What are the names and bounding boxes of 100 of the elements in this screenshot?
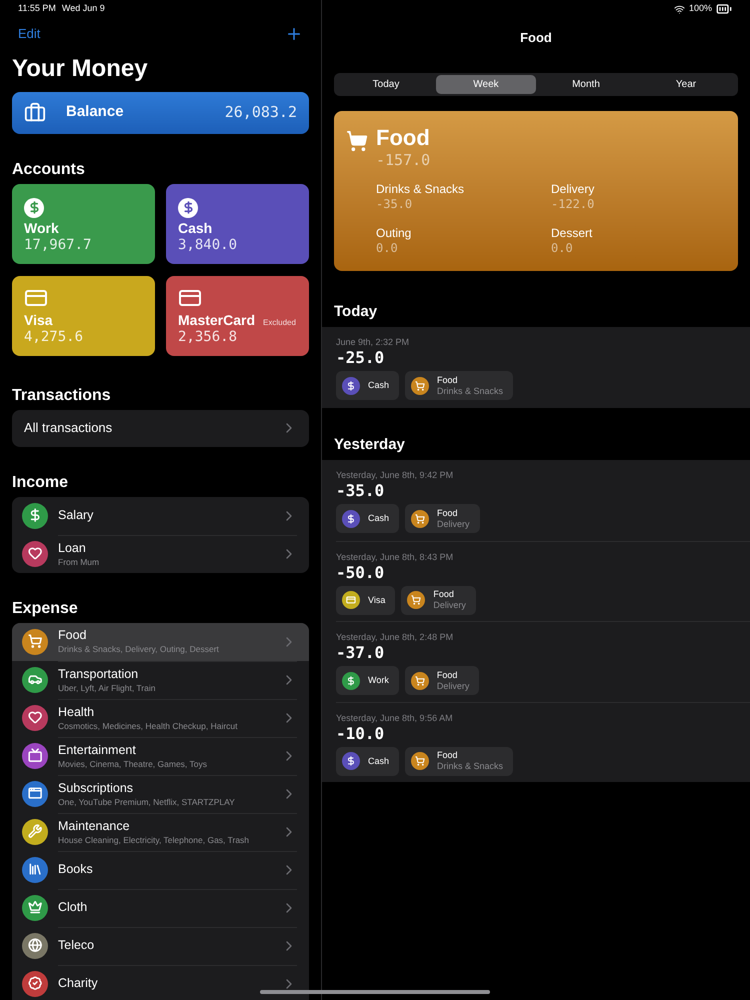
subcategory-amount: -35.0 [376, 196, 414, 212]
category-subtitle: House Cleaning, Electricity, Telephone, Gas, Trash [58, 834, 250, 846]
account-amount: 17,967.7 [24, 237, 92, 254]
subcategory-name: Dessert [551, 226, 594, 241]
chip-label: Food [437, 374, 459, 386]
category-name: Teleco [58, 938, 96, 954]
category-name: Cloth [58, 900, 88, 916]
transaction-date: Yesterday, June 8th, 8:43 PM [336, 552, 454, 563]
chip-icon [411, 510, 430, 528]
category-row[interactable]: Teleco [12, 926, 309, 964]
category-subtitle: Movies, Cinema, Theatre, Games, Toys [58, 758, 208, 770]
category-row[interactable]: Books [12, 850, 309, 888]
segment-tab[interactable]: Month [536, 74, 636, 94]
status-date: Wed Jun 9 [62, 2, 105, 16]
category-name: Transportation [58, 666, 140, 682]
category-name: Charity [58, 976, 99, 992]
account-card[interactable]: MasterCard Excluded 2,356.8 [166, 276, 309, 356]
all-transactions-row[interactable]: All transactions [12, 410, 309, 446]
dollar-icon [24, 198, 44, 218]
category-subtitle: From Mum [58, 556, 100, 568]
segment-tab[interactable]: Year [636, 74, 736, 94]
transaction-amount: -25.0 [336, 348, 386, 368]
chip-label: Work [368, 675, 389, 686]
chip-subtitle: Delivery [436, 680, 470, 692]
segment-tab[interactable]: Week [436, 74, 536, 94]
chip-icon [411, 376, 430, 395]
category-name: Books [58, 862, 94, 878]
cart-icon [346, 130, 368, 152]
account-card[interactable]: Work 17,967.7 [12, 184, 155, 264]
wifi-icon [674, 4, 685, 14]
dollar-icon [178, 198, 198, 218]
category-subtitle: One, YouTube Premium, Netflix, STARTZPLAY [58, 796, 236, 808]
segment-tab[interactable]: Today [336, 74, 436, 94]
balance-card[interactable]: Balance 26,083.2 [12, 92, 309, 134]
summary-title: Food [376, 124, 431, 151]
subcategory-amount: 0.0 [376, 240, 399, 256]
category-name: Health [58, 704, 96, 720]
edit-button[interactable]: Edit [18, 24, 40, 44]
section-header: Expense [12, 598, 79, 618]
account-name: MasterCard [178, 312, 256, 329]
balance-amount: 26,083.2 [224, 102, 297, 124]
category-row[interactable]: Maintenance House Cleaning, Electricity, Telephone, Gas, Trash [12, 812, 309, 850]
status-time: 11:55 PM [18, 2, 56, 16]
excluded-label: Excluded [263, 318, 296, 328]
chip-icon [411, 752, 430, 770]
subcategory-amount: -122.0 [551, 196, 596, 212]
transaction-date: June 9th, 2:32 PM [336, 337, 410, 348]
transaction-amount: -50.0 [336, 562, 386, 583]
section-header: Today [333, 302, 378, 322]
account-name: Work [24, 220, 59, 237]
category-row[interactable]: Food Drinks & Snacks, Delivery, Outing, Dessert [12, 622, 309, 660]
transaction-date: Yesterday, June 8th, 9:42 PM [336, 470, 454, 482]
section-header: Transactions [12, 386, 112, 406]
category-row[interactable]: Transportation Uber, Lyft, Air Flight, Train [12, 660, 309, 698]
category-row[interactable]: Salary [12, 496, 309, 534]
section-header: Accounts [12, 160, 86, 180]
category-row[interactable]: Health Cosmotics, Medicines, Health Checkup, Haircut [12, 698, 309, 736]
balance-label: Balance [66, 102, 124, 122]
chip-label: Food [437, 750, 459, 762]
category-subtitle: Drinks & Snacks, Delivery, Outing, Dessert [58, 644, 220, 655]
account-amount: 3,840.0 [178, 237, 238, 254]
category-name: Loan [58, 540, 87, 556]
account-amount: 4,275.6 [24, 329, 84, 346]
chip-subtitle: Delivery [437, 518, 470, 530]
section-header: Yesterday [333, 434, 406, 454]
account-name: Visa [24, 312, 53, 329]
category-subtitle: Cosmotics, Medicines, Health Checkup, Haircut [58, 720, 239, 732]
chip-label: Food [436, 670, 458, 681]
account-name: Cash [178, 220, 212, 237]
chip-label: Cash [368, 756, 390, 767]
nav-title: Food [519, 29, 553, 47]
category-row[interactable]: Cloth [12, 888, 309, 926]
transaction-amount: -37.0 [336, 643, 386, 664]
chip-icon [410, 672, 429, 690]
briefcase-icon [24, 102, 46, 124]
chip-subtitle: Delivery [433, 600, 466, 612]
transaction-date: Yesterday, June 8th, 9:56 AM [336, 712, 454, 724]
chip-subtitle: Drinks & Snacks [437, 386, 504, 397]
category-name: Entertainment [58, 742, 137, 758]
category-name: Subscriptions [58, 780, 134, 796]
account-card[interactable]: Cash 3,840.0 [166, 184, 309, 264]
category-row[interactable]: Entertainment Movies, Cinema, Theatre, Games, Toys [12, 736, 309, 774]
chip-label: Cash [368, 380, 390, 392]
category-subtitle: Uber, Lyft, Air Flight, Train [58, 682, 156, 694]
subcategory-name: Outing [376, 226, 412, 241]
category-row[interactable]: Loan From Mum [12, 534, 309, 572]
subcategory-name: Delivery [551, 182, 596, 197]
transaction-amount: -35.0 [336, 481, 386, 502]
chip-subtitle: Drinks & Snacks [437, 761, 504, 772]
category-name: Salary [58, 508, 94, 524]
category-name: Food [58, 628, 88, 644]
summary-amount: -157.0 [376, 151, 432, 170]
chip-icon [407, 591, 426, 610]
chip-label: Visa [368, 594, 386, 606]
account-amount: 2,356.8 [178, 329, 238, 346]
subcategory-amount: 0.0 [551, 240, 574, 256]
chip-label: Food [437, 508, 459, 519]
category-row[interactable]: Subscriptions One, YouTube Premium, Netflix, STARTZPLAY [12, 774, 309, 812]
transaction-amount: -10.0 [336, 724, 386, 744]
page-title: Your Money [12, 54, 149, 84]
